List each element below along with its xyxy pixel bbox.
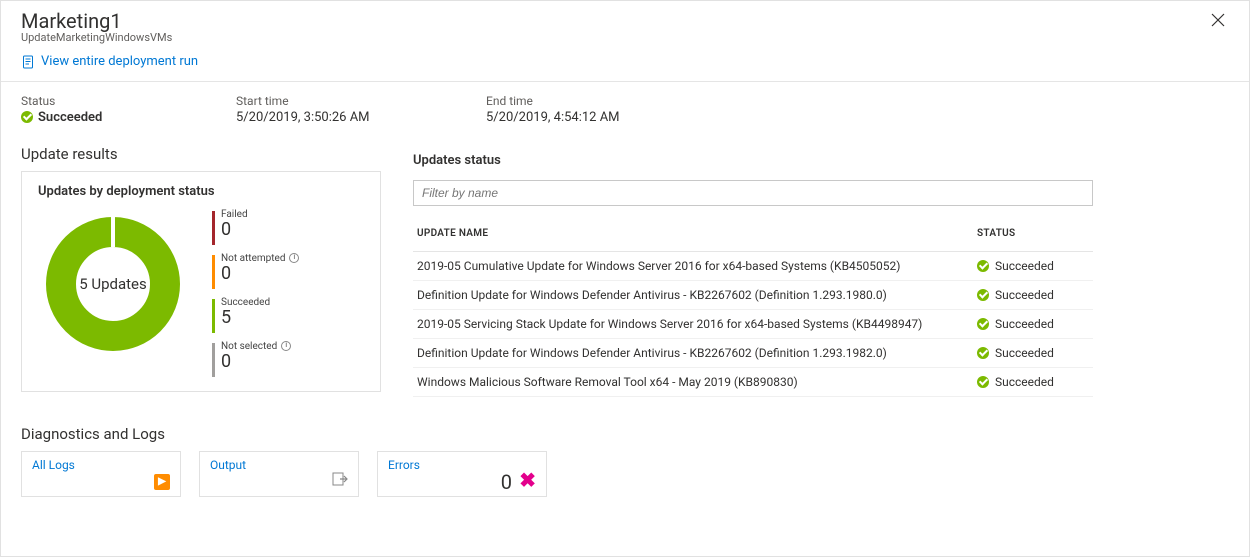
output-icon <box>332 471 348 490</box>
table-header-row: UPDATE NAME STATUS <box>413 218 1093 252</box>
legend-notattempted-label: Not attempted <box>221 253 285 264</box>
info-icon[interactable]: i <box>289 253 299 263</box>
update-status: Succeeded <box>995 317 1054 331</box>
legend-notselected-bar <box>212 343 215 377</box>
page-title: Marketing1 <box>21 9 172 33</box>
info-icon[interactable]: i <box>281 341 291 351</box>
diagnostics-row: All Logs ▶ Output Errors 0 ✖ <box>1 451 1249 497</box>
table-row[interactable]: 2019-05 Cumulative Update for Windows Se… <box>413 251 1093 280</box>
legend-succeeded-bar <box>212 299 215 333</box>
summary-status: Status Succeeded <box>21 94 236 125</box>
legend-notattempted-value: 0 <box>221 264 299 284</box>
success-icon <box>977 260 989 272</box>
content: Update results Updates by deployment sta… <box>1 131 1249 397</box>
summary-start: Start time 5/20/2019, 3:50:26 AM <box>236 94 486 125</box>
table-row[interactable]: 2019-05 Servicing Stack Update for Windo… <box>413 309 1093 338</box>
view-run-label: View entire deployment run <box>41 54 198 69</box>
legend-succeeded-value: 5 <box>221 308 270 328</box>
start-label: Start time <box>236 94 486 108</box>
col-status[interactable]: STATUS <box>973 218 1093 252</box>
success-icon <box>977 289 989 301</box>
logs-icon: ▶ <box>154 474 170 490</box>
end-label: End time <box>486 94 786 108</box>
start-value: 5/20/2019, 3:50:26 AM <box>236 110 486 125</box>
all-logs-card[interactable]: All Logs ▶ <box>21 451 181 497</box>
close-button[interactable] <box>1203 9 1233 35</box>
success-icon <box>21 111 33 123</box>
legend-failed-bar <box>212 211 215 245</box>
blade-header: Marketing1 UpdateMarketingWindowsVMs <box>1 1 1249 48</box>
errors-card[interactable]: Errors 0 ✖ <box>377 451 547 497</box>
filter-input[interactable] <box>413 180 1093 206</box>
update-name: 2019-05 Cumulative Update for Windows Se… <box>413 251 973 280</box>
legend-failed-label: Failed <box>221 209 248 220</box>
donut-row: 5 Updates Failed 0 <box>38 209 364 377</box>
error-count: 0 <box>501 470 512 494</box>
document-icon <box>21 55 35 69</box>
legend-succeeded: Succeeded 5 <box>212 297 299 333</box>
all-logs-label: All Logs <box>32 458 75 472</box>
output-card[interactable]: Output <box>199 451 359 497</box>
donut-chart: 5 Updates <box>38 209 188 359</box>
page-subtitle: UpdateMarketingWindowsVMs <box>21 31 172 44</box>
update-status: Succeeded <box>995 259 1054 273</box>
right-column: Updates status UPDATE NAME STATUS 2019-0… <box>413 131 1093 397</box>
status-label: Status <box>21 94 236 108</box>
update-status: Succeeded <box>995 288 1054 302</box>
blade-root: Marketing1 UpdateMarketingWindowsVMs Vie… <box>0 0 1250 557</box>
success-icon <box>977 318 989 330</box>
table-row[interactable]: Definition Update for Windows Defender A… <box>413 338 1093 367</box>
output-label: Output <box>210 458 246 472</box>
end-value: 5/20/2019, 4:54:12 AM <box>486 110 786 125</box>
update-status: Succeeded <box>995 375 1054 389</box>
success-icon <box>977 347 989 359</box>
table-row[interactable]: Definition Update for Windows Defender A… <box>413 280 1093 309</box>
legend-notselected-value: 0 <box>221 352 291 372</box>
error-x-icon: ✖ <box>519 468 536 492</box>
donut-center-label: 5 Updates <box>38 209 188 359</box>
legend-failed: Failed 0 <box>212 209 299 245</box>
status-card: Updates by deployment status 5 Updates <box>21 171 381 392</box>
blade-title-block: Marketing1 UpdateMarketingWindowsVMs <box>21 9 172 44</box>
legend-failed-value: 0 <box>221 220 248 240</box>
update-status: Succeeded <box>995 346 1054 360</box>
status-value: Succeeded <box>38 110 102 125</box>
card-title: Updates by deployment status <box>38 184 364 199</box>
legend-notselected-label: Not selected <box>221 341 277 352</box>
summary-row: Status Succeeded Start time 5/20/2019, 3… <box>1 82 1249 131</box>
col-update-name[interactable]: UPDATE NAME <box>413 218 973 252</box>
legend-notattempted: Not attempted i 0 <box>212 253 299 289</box>
diagnostics-heading: Diagnostics and Logs <box>21 425 1229 443</box>
close-icon <box>1211 13 1225 27</box>
update-name: Windows Malicious Software Removal Tool … <box>413 367 973 396</box>
legend-succeeded-label: Succeeded <box>221 297 270 308</box>
update-name: 2019-05 Servicing Stack Update for Windo… <box>413 309 973 338</box>
legend-notattempted-bar <box>212 255 215 289</box>
update-results-heading: Update results <box>21 145 381 163</box>
summary-end: End time 5/20/2019, 4:54:12 AM <box>486 94 786 125</box>
updates-status-heading: Updates status <box>413 153 1093 168</box>
updates-table: UPDATE NAME STATUS 2019-05 Cumulative Up… <box>413 218 1093 397</box>
legend-notselected: Not selected i 0 <box>212 341 299 377</box>
legend: Failed 0 Not attempted i 0 <box>212 209 299 377</box>
view-deployment-run-link[interactable]: View entire deployment run <box>21 54 198 69</box>
update-name: Definition Update for Windows Defender A… <box>413 280 973 309</box>
left-column: Update results Updates by deployment sta… <box>21 131 381 397</box>
update-name: Definition Update for Windows Defender A… <box>413 338 973 367</box>
errors-label: Errors <box>388 458 420 472</box>
success-icon <box>977 376 989 388</box>
table-row[interactable]: Windows Malicious Software Removal Tool … <box>413 367 1093 396</box>
toolbar: View entire deployment run <box>1 48 1249 82</box>
